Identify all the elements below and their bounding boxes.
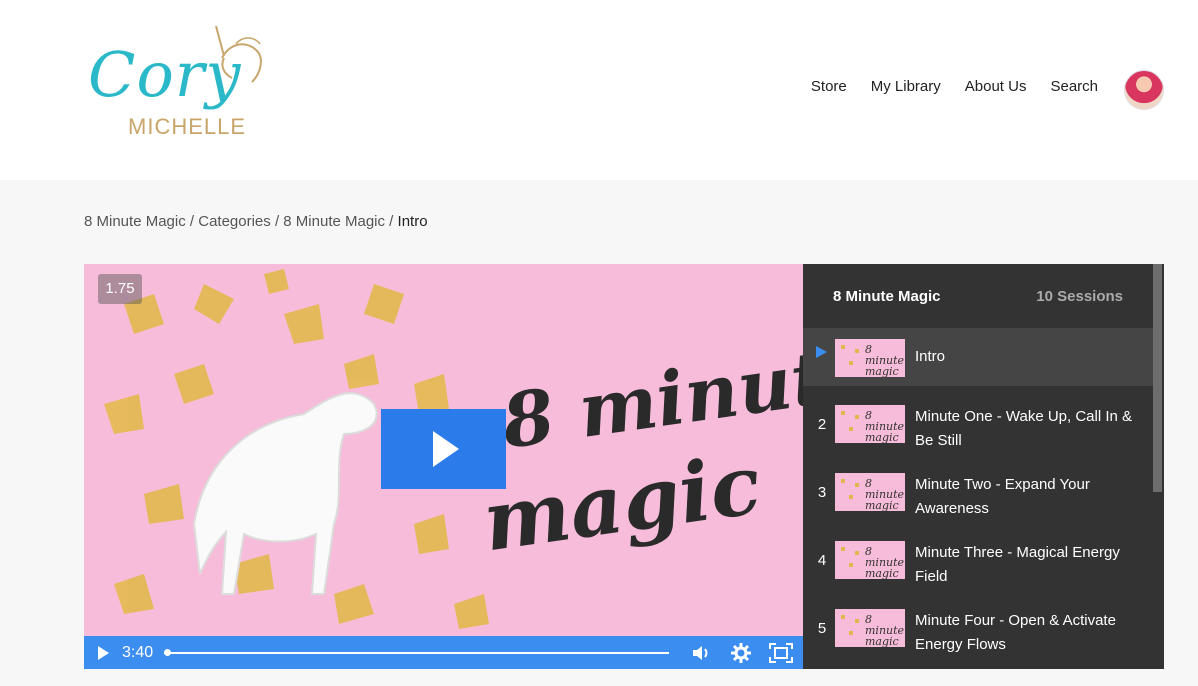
session-thumbnail: 8 minute magic xyxy=(835,541,905,579)
nav-search[interactable]: Search xyxy=(1050,78,1098,95)
session-thumbnail: 8 minute magic xyxy=(835,405,905,443)
playlist-item[interactable]: 4 8 minute magic Minute Three - Magical … xyxy=(803,530,1153,598)
breadcrumb-item[interactable]: 8 Minute Magic xyxy=(84,213,186,230)
time-display: 3:40 xyxy=(122,643,154,661)
session-number: 4 xyxy=(817,552,827,569)
session-number: 3 xyxy=(817,484,827,501)
progress-track xyxy=(164,651,669,654)
session-thumbnail: 8 minute magic xyxy=(835,339,905,377)
session-title: Minute Three - Magical Energy Field xyxy=(915,544,1120,585)
volume-icon[interactable] xyxy=(681,636,721,669)
breadcrumb-separator: / xyxy=(270,213,284,230)
nav-my-library[interactable]: My Library xyxy=(871,78,941,95)
playlist-item[interactable]: 3 8 minute magic Minute Two - Expand You… xyxy=(803,462,1153,530)
thumb-text: 8 minute magic xyxy=(865,613,905,647)
logo-script-text: Cory xyxy=(88,38,242,111)
big-play-button[interactable] xyxy=(381,409,506,489)
breadcrumb-separator: / xyxy=(385,213,398,230)
nav-about-us[interactable]: About Us xyxy=(965,78,1027,95)
thumb-text: 8 minute magic xyxy=(865,343,905,377)
session-title: Minute One - Wake Up, Call In & Be Still xyxy=(915,408,1133,449)
nav-store[interactable]: Store xyxy=(811,78,847,95)
play-icon[interactable] xyxy=(84,636,122,669)
progress-knob[interactable] xyxy=(164,648,171,656)
cory-michelle-logo[interactable]: Cory MICHELLE xyxy=(84,20,274,160)
thumb-text: 8 minute magic xyxy=(865,409,905,443)
session-title: Minute Four - Open & Activate Energy Flo… xyxy=(915,612,1116,653)
video-player[interactable]: 8 minute magic 1.75 3:40 xyxy=(84,264,803,669)
playlist-header: 8 Minute Magic 10 Sessions xyxy=(803,264,1153,328)
breadcrumb-separator: / xyxy=(185,213,199,230)
progress-scrubber[interactable] xyxy=(164,648,669,658)
user-avatar[interactable] xyxy=(1124,70,1164,110)
breadcrumb-item[interactable]: Categories xyxy=(198,213,271,230)
playlist-item[interactable]: 5 8 minute magic Minute Four - Open & Ac… xyxy=(803,598,1153,666)
site-header: Cory MICHELLE Store My Library About Us … xyxy=(0,0,1198,180)
session-number: 5 xyxy=(817,620,827,637)
breadcrumb-item[interactable]: 8 Minute Magic xyxy=(283,213,385,230)
main-nav: Store My Library About Us Search xyxy=(811,78,1098,95)
breadcrumb: 8 Minute Magic / Categories / 8 Minute M… xyxy=(84,213,428,230)
logo-sub-text: MICHELLE xyxy=(128,114,247,139)
settings-gear-icon[interactable] xyxy=(721,636,761,669)
session-thumbnail: 8 minute magic xyxy=(835,473,905,511)
now-playing-icon xyxy=(816,346,827,358)
session-number: 2 xyxy=(817,416,827,433)
thumb-text: 8 minute magic xyxy=(865,545,905,579)
playlist-item[interactable]: 2 8 minute magic Minute One - Wake Up, C… xyxy=(803,394,1153,462)
playlist-scrollbar[interactable] xyxy=(1153,264,1162,492)
session-title: Minute Two - Expand Your Awareness xyxy=(915,476,1090,517)
fullscreen-icon[interactable] xyxy=(761,636,801,669)
session-thumbnail: 8 minute magic xyxy=(835,609,905,647)
video-controls: 3:40 xyxy=(84,636,803,669)
playlist-item-intro[interactable]: 8 minute magic Intro xyxy=(803,328,1153,386)
breadcrumb-current: Intro xyxy=(397,213,428,230)
session-count: 10 Sessions xyxy=(1036,288,1123,305)
thumb-text: 8 minute magic xyxy=(865,477,905,511)
playback-speed-badge[interactable]: 1.75 xyxy=(98,274,142,304)
session-playlist: 8 Minute Magic 10 Sessions 8 minute magi… xyxy=(803,264,1164,669)
playlist-title: 8 Minute Magic xyxy=(833,288,941,305)
session-title: Intro xyxy=(915,348,946,365)
